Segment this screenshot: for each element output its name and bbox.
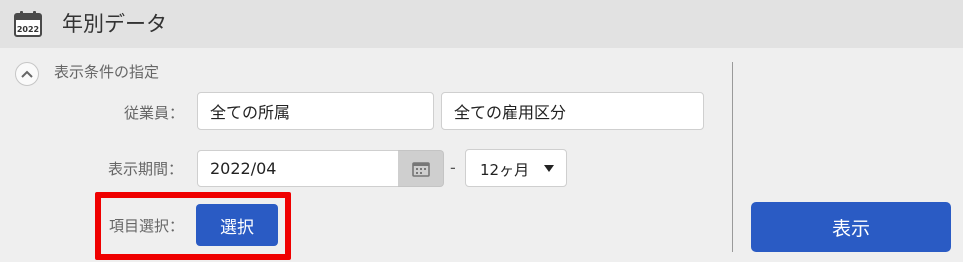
period-label: 表示期間：: [108, 160, 184, 178]
employment-type-field[interactable]: 全ての雇用区分: [441, 92, 704, 130]
employee-label: 従業員：: [124, 104, 185, 122]
chevron-up-icon: [21, 70, 33, 78]
header-bar: 2022 年別データ: [0, 0, 963, 48]
highlight-annotation: [95, 192, 291, 260]
department-value: 全ての所属: [210, 103, 291, 122]
vertical-divider: [732, 62, 733, 252]
show-button[interactable]: 表示: [751, 202, 951, 252]
period-duration-value: 12ヶ月: [480, 161, 530, 179]
period-start-input[interactable]: 2022/04: [197, 150, 399, 187]
employment-type-value: 全ての雇用区分: [454, 103, 567, 122]
section-label: 表示条件の指定: [54, 63, 160, 81]
caret-down-icon: [544, 165, 554, 172]
period-duration-select[interactable]: 12ヶ月: [465, 149, 567, 187]
calendar-icon: 2022: [14, 11, 42, 37]
calendar-picker-icon: [412, 162, 430, 177]
period-separator: -: [450, 158, 456, 177]
collapse-toggle-button[interactable]: [15, 62, 39, 86]
calendar-year-text: 2022: [17, 25, 39, 34]
date-picker-button[interactable]: [398, 150, 444, 187]
period-start-value: 2022/04: [210, 159, 277, 178]
page-title: 年別データ: [62, 12, 167, 36]
department-field[interactable]: 全ての所属: [197, 92, 434, 130]
